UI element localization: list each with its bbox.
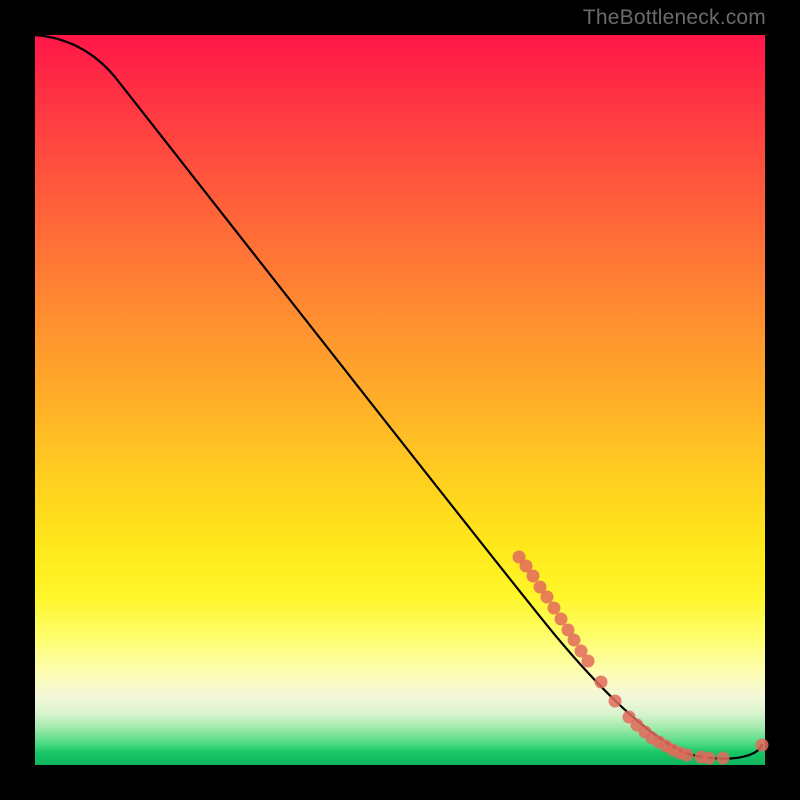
data-point: [595, 676, 608, 689]
chart-frame: TheBottleneck.com: [0, 0, 800, 800]
data-point: [681, 749, 694, 762]
data-point: [717, 752, 730, 765]
data-point: [555, 613, 568, 626]
watermark-label: TheBottleneck.com: [583, 6, 766, 30]
chart-overlay: [35, 35, 765, 765]
bottleneck-curve: [35, 35, 762, 759]
data-point: [703, 752, 716, 765]
data-point: [548, 602, 561, 615]
data-points: [513, 551, 769, 765]
data-point: [756, 739, 769, 752]
data-point: [568, 634, 581, 647]
data-point: [541, 591, 554, 604]
data-point: [609, 695, 622, 708]
data-point: [582, 655, 595, 668]
data-point: [527, 570, 540, 583]
